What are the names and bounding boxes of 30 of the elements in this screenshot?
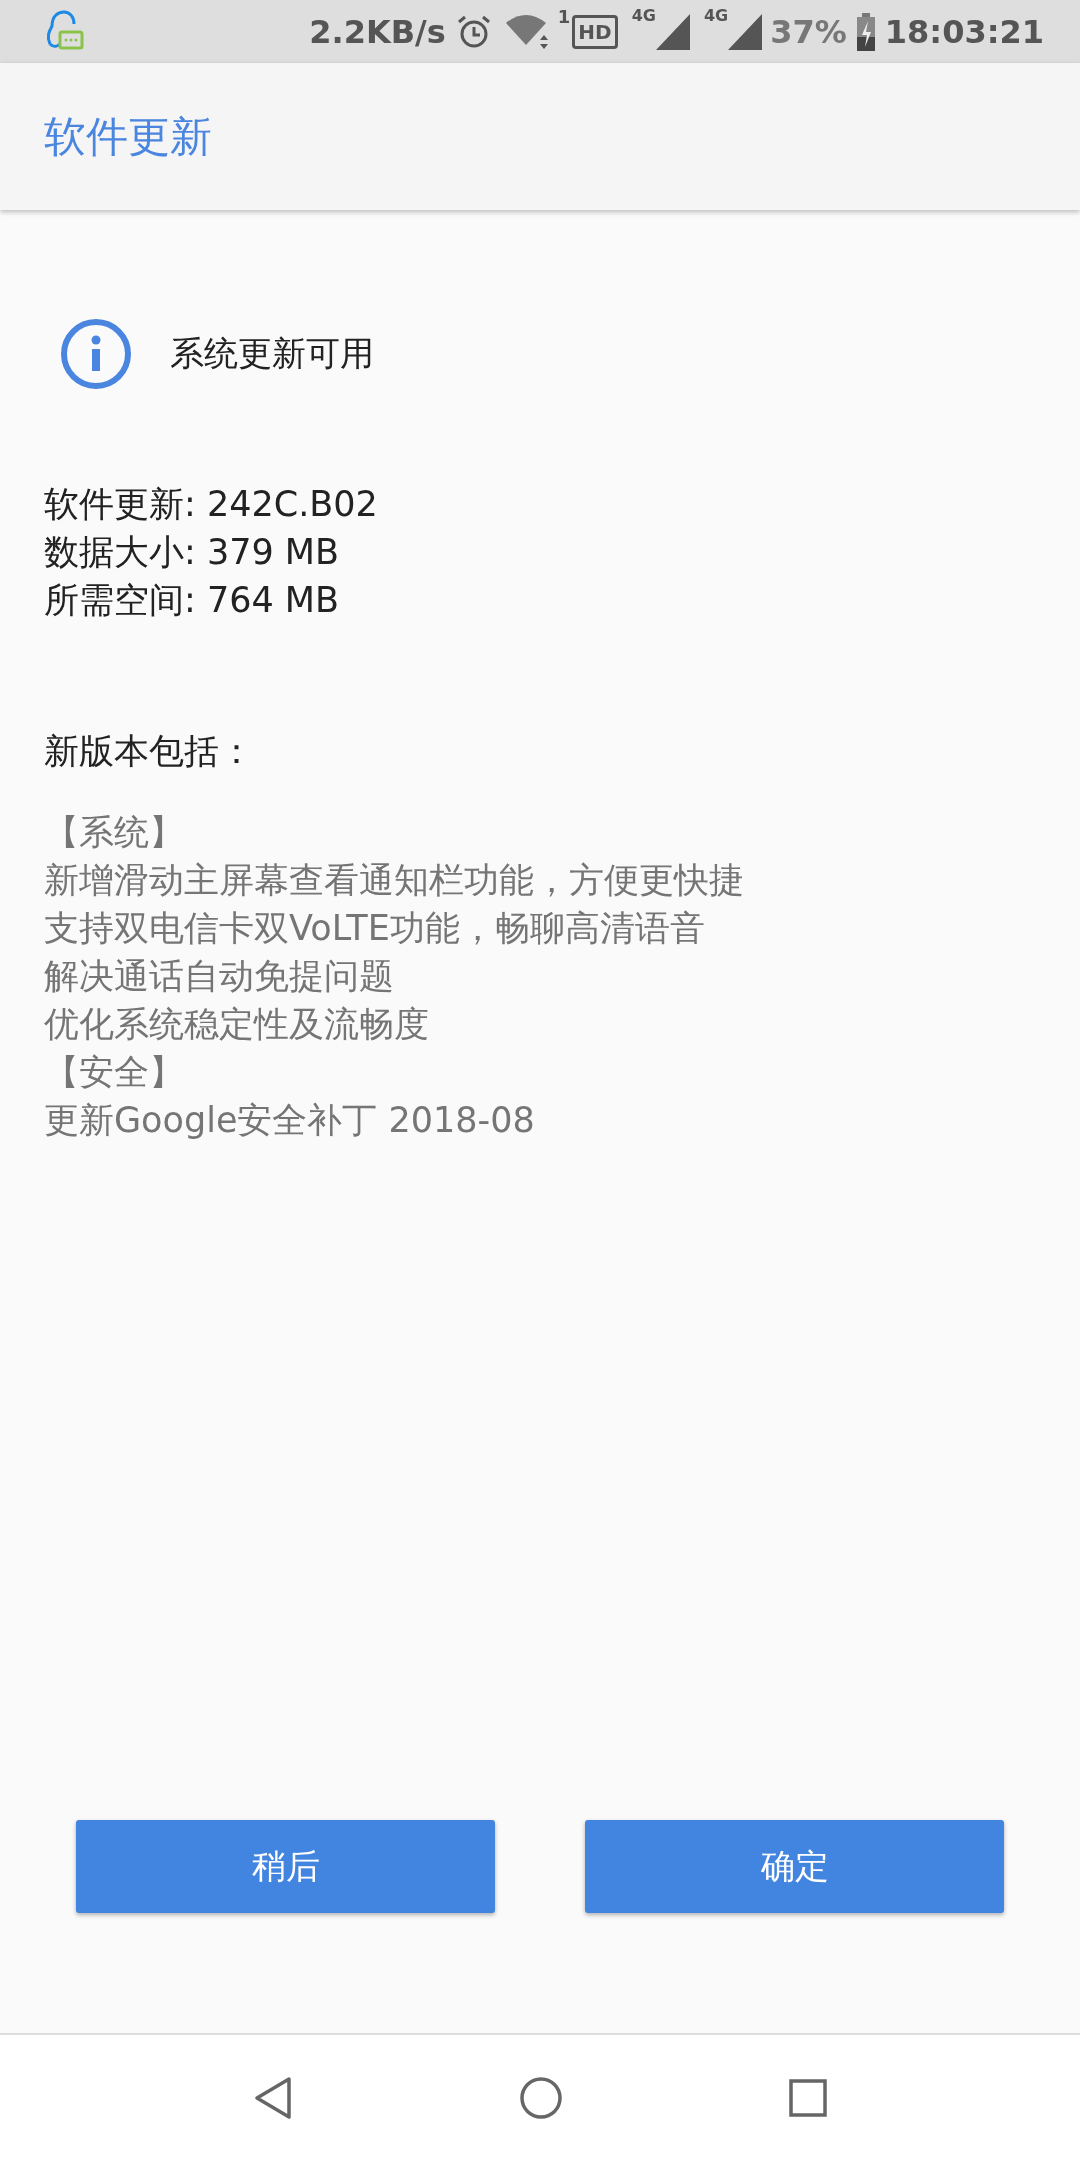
back-icon[interactable] [253, 2075, 293, 2120]
detail-line: 软件更新: 242C.B02 [44, 483, 379, 526]
changelog-line: 更新Google安全补丁 2018-08 [44, 1099, 536, 1142]
hd-badge: HD [572, 14, 618, 49]
signal-icon [728, 13, 763, 50]
detail-line: 数据大小: 379 MB [44, 531, 341, 574]
changelog-line: 【安全】 [44, 1051, 185, 1094]
info-icon [60, 318, 132, 390]
changelog-line: 优化系统稳定性及流畅度 [44, 1003, 430, 1046]
home-icon[interactable] [519, 2075, 563, 2120]
network-type: 4G [631, 6, 656, 25]
changelog-line: 支持双电信卡双VoLTE功能，畅聊高清语音 [44, 907, 706, 950]
changelog-line: 【系统】 [44, 811, 185, 854]
changelog-line: 新增滑动主屏幕查看通知栏功能，方便更快捷 [44, 859, 745, 902]
network-speed: 2.2KB/s [309, 12, 446, 51]
app-title: 软件更新 [44, 110, 212, 163]
alarm-icon [455, 13, 492, 50]
dialog-button[interactable]: 确定 [585, 1820, 1004, 1913]
changelog-heading: 新版本包括： [44, 730, 255, 773]
battery-percent: 37% [770, 12, 847, 51]
changelog-line: 解决通话自动免提问题 [44, 955, 395, 998]
detail-line: 所需空间: 764 MB [44, 579, 341, 622]
signal-icon [655, 13, 690, 50]
network-type: 4G [703, 6, 729, 25]
dialog-button[interactable]: 稍后 [76, 1820, 495, 1913]
clock: 18:03:21 [884, 12, 1044, 51]
recents-icon[interactable] [789, 2078, 827, 2117]
sim-slot-number: 1 [557, 6, 571, 27]
notice-text: 系统更新可用 [170, 332, 374, 375]
battery-charging-icon [856, 12, 875, 51]
